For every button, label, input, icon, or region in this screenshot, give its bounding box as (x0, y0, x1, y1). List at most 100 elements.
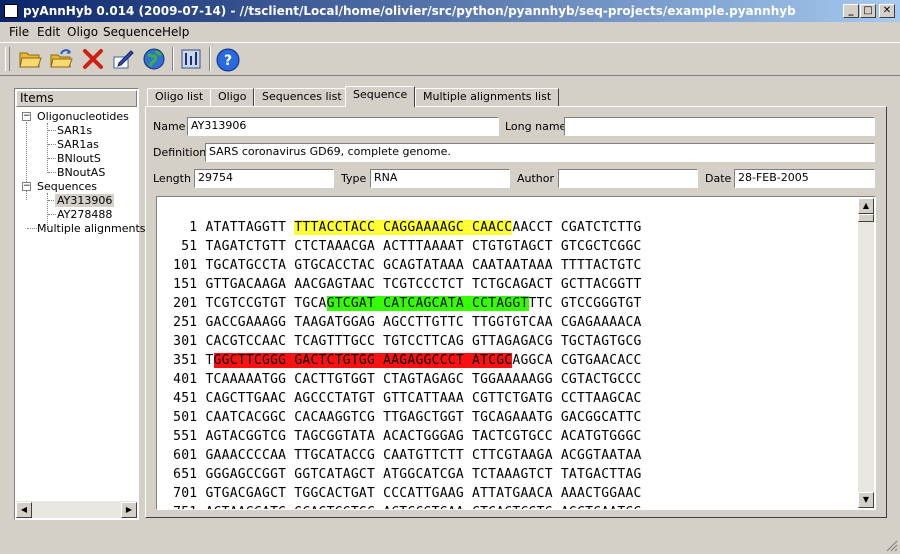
scroll-thumb[interactable] (858, 214, 874, 222)
sequence-segment: GTTGACAAGA AACGAGTAAC TCGTCCCTCT TCTGCAG… (205, 277, 642, 292)
sequence-line: 201 TCGTCCGTGT TGCAGTCGAT CATCAGCATA CCT… (157, 294, 642, 313)
tree-node-oligo[interactable]: SAR1s (57, 124, 92, 137)
sequence-line: 651 GGGAGCCGGT GGTCATAGCT ATGGCATCGA TCT… (157, 465, 642, 484)
resize-grip-icon[interactable] (886, 540, 898, 552)
collapse-icon[interactable]: − (22, 112, 31, 121)
date-field[interactable]: 28-FEB-2005 (734, 169, 875, 188)
sequence-line: 301 CACGTCCAAC TCAGTTTGCC TGTCCTTCAG GTT… (157, 332, 642, 351)
line-number: 551 (157, 429, 206, 444)
tab-oligo[interactable]: Oligo (210, 88, 255, 106)
author-field[interactable] (558, 169, 698, 188)
sequence-line: 451 CAGCTTGAAC AGCCCTATGT GTTCATTAAA CGT… (157, 389, 642, 408)
delete-x-icon[interactable] (80, 47, 106, 73)
tree-node-sequence-selected[interactable]: AY313906 (55, 194, 115, 207)
sequence-segment: CAGCTTGAAC AGCCCTATGT GTTCATTAAA CGTTCTG… (205, 391, 642, 406)
sequence-segment: ATATTAGGTT (205, 220, 295, 235)
menu-help[interactable]: Help (162, 25, 189, 39)
tree-line (27, 228, 37, 229)
line-number: 151 (157, 277, 206, 292)
sequence-segment: TGCATGCCTA GTGCACCTAC GCAGTATAAA CAATAAT… (205, 258, 642, 273)
tab-multiple-alignments-list[interactable]: Multiple alignments list (415, 88, 560, 106)
line-number: 401 (157, 372, 206, 387)
oligo-match-highlight: GGCTTCGGG GACTCTGTGG AAGAGGCCCT ATCGC (213, 353, 513, 368)
title-bar: pyAnnHyb 0.014 (2009-07-14) - //tsclient… (0, 0, 900, 22)
menu-oligo[interactable]: Oligo (67, 25, 98, 39)
app-icon (4, 4, 18, 18)
line-number: 101 (157, 258, 206, 273)
help-icon[interactable]: ? (215, 47, 241, 73)
tree-node-oligo[interactable]: BNloutS (57, 152, 101, 165)
length-label: Length (153, 172, 191, 185)
open-folder-arrow-icon[interactable] (48, 47, 74, 73)
tree-node-sequence[interactable]: AY278488 (57, 208, 112, 221)
tree-node-sequences[interactable]: Sequences (37, 180, 97, 193)
tree-node-alignments[interactable]: Multiple alignments (37, 222, 146, 235)
name-field[interactable]: AY313906 (187, 117, 499, 136)
svg-text:?: ? (224, 53, 232, 69)
sequence-line: 501 CAATCACGGC CACAAGGTCG TTGAGCTGGT TGC… (157, 408, 642, 427)
sequence-line: 351 TGGCTTCGGG GACTCTGTGG AAGAGGCCCT ATC… (157, 351, 642, 370)
date-label: Date (705, 172, 732, 185)
sequence-line: 151 GTTGACAAGA AACGAGTAAC TCGTCCCTCT TCT… (157, 275, 642, 294)
tree-header[interactable]: Items (16, 90, 137, 107)
definition-field[interactable]: SARS coronavirus GD69, complete genome. (205, 143, 875, 162)
toolbar-separator (209, 47, 211, 71)
window-title: pyAnnHyb 0.014 (2009-07-14) - //tsclient… (23, 4, 796, 18)
edit-pen-icon[interactable] (110, 47, 136, 73)
tools-icon[interactable] (178, 47, 204, 73)
scroll-left-icon[interactable]: ◀ (16, 502, 32, 518)
longname-field[interactable] (564, 117, 875, 136)
sequence-segment: GGGAGCCGGT GGTCATAGCT ATGGCATCGA TCTAAAG… (205, 467, 642, 482)
toolbar: ? (0, 42, 900, 76)
close-button[interactable]: ✕ (879, 4, 895, 18)
tree-node-oligo[interactable]: SAR1as (57, 138, 99, 151)
tree-horizontal-scrollbar[interactable]: ◀ ▶ (16, 501, 137, 518)
menu-file[interactable]: File (9, 25, 29, 39)
tree-line (48, 130, 56, 131)
oligo-match-highlight: GTCGAT CATCAGCATA CCTAGGT (326, 296, 529, 311)
menu-sequence[interactable]: Sequence (103, 25, 162, 39)
line-number: 751 (157, 505, 205, 509)
sequence-segment: TTC GTCCGGGTGT (528, 296, 642, 311)
line-number: 501 (157, 410, 206, 425)
tab-sequences-list[interactable]: Sequences list (254, 88, 350, 106)
line-number: 451 (157, 391, 206, 406)
tree-node-oligo[interactable]: BNoutAS (57, 166, 105, 179)
scroll-down-icon[interactable]: ▼ (858, 492, 874, 508)
sequence-segment: T (205, 353, 214, 368)
sequence-line: 51 TAGATCTGTT CTCTAAACGA ACTTTAAAAT CTGT… (157, 237, 642, 256)
maximize-button[interactable]: □ (860, 4, 876, 18)
toolbar-grip[interactable] (5, 47, 10, 71)
sequence-vertical-scrollbar[interactable]: ▲ ▼ (858, 198, 874, 508)
sequence-line: 551 AGTACGGTCG TAGCGGTATA ACACTGGGAG TAC… (157, 427, 642, 446)
type-field[interactable]: RNA (370, 169, 510, 188)
sequence-view[interactable]: 1 ATATTAGGTT TTTACCTACC CAGGAAAAGC CAACC… (156, 196, 876, 510)
line-number: 51 (157, 239, 206, 254)
tab-oligo-list[interactable]: Oligo list (147, 88, 212, 106)
tab-sequence[interactable]: Sequence (345, 86, 416, 107)
line-number: 601 (157, 448, 206, 463)
scroll-up-icon[interactable]: ▲ (858, 198, 874, 214)
line-number: 701 (157, 486, 206, 501)
length-field[interactable]: 29754 (194, 169, 334, 188)
scroll-right-icon[interactable]: ▶ (121, 502, 137, 518)
sequence-segment: TCGTCCGTGT TGCA (205, 296, 327, 311)
sequence-line: 601 GAAACCCCAA TTGCATACCG CAATGTTCTT CTT… (157, 446, 642, 465)
sequence-segment: TAGATCTGTT CTCTAAACGA ACTTTAAAAT CTGTGTA… (205, 239, 642, 254)
sequence-line: 251 GACCGAAAGG TAAGATGGAG AGCCTTGTTC TTG… (157, 313, 642, 332)
items-tree[interactable]: Items − Oligonucleotides SAR1s SAR1as BN… (14, 88, 146, 520)
line-number: 1 (157, 220, 206, 235)
menu-edit[interactable]: Edit (37, 25, 60, 39)
sequence-segment: GACCGAAAGG TAAGATGGAG AGCCTTGTTC TTGGTGT… (205, 315, 642, 330)
tree-node-oligonucleotides[interactable]: Oligonucleotides (37, 110, 129, 123)
collapse-icon[interactable]: − (22, 182, 31, 191)
globe-icon[interactable] (141, 47, 167, 73)
open-folder-icon[interactable] (17, 47, 43, 73)
type-label: Type (341, 172, 367, 185)
line-number: 351 (157, 353, 206, 368)
line-number: 251 (157, 315, 206, 330)
oligo-match-highlight: TTTACCTACC CAGGAAAAGC CAACC (294, 220, 513, 235)
sequence-segment: GAAACCCCAA TTGCATACCG CAATGTTCTT CTTCGTA… (205, 448, 642, 463)
toolbar-separator (172, 47, 174, 71)
minimize-button[interactable]: _ (843, 4, 859, 18)
